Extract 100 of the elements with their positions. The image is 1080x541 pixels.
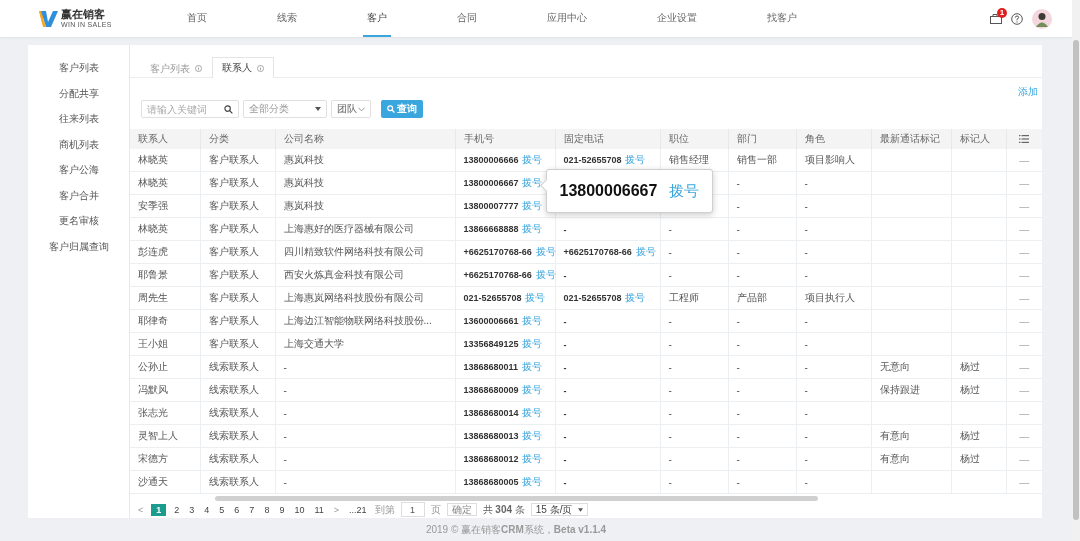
- row-action[interactable]: —: [1019, 200, 1030, 212]
- row-action[interactable]: —: [1019, 269, 1030, 281]
- dial-link[interactable]: 拨号: [522, 200, 543, 211]
- footer-text: 2019 © 赢在销客CRM系统，Beta v1.1.4: [425, 522, 607, 537]
- phone-number: 021-52655708: [563, 155, 622, 165]
- page-button[interactable]: 1: [151, 503, 167, 516]
- dial-link[interactable]: 拨号: [521, 361, 542, 372]
- table-cell: 上海边江智能物联网络科技股份...: [283, 315, 432, 326]
- page-input[interactable]: 1: [400, 502, 425, 517]
- add-link[interactable]: 添加: [1018, 85, 1038, 99]
- phone-number: 13600006661: [463, 316, 519, 326]
- table-cell: -: [736, 384, 740, 396]
- table-cell: 惠岚科技: [283, 200, 324, 211]
- nav-tab[interactable]: 合同: [453, 0, 481, 37]
- table-cell: 项目执行人: [804, 292, 855, 303]
- column-header: 联系人: [130, 129, 200, 149]
- dial-link[interactable]: 拨号: [525, 292, 546, 303]
- table-cell: 张志光: [138, 407, 168, 418]
- page-button[interactable]: 10: [292, 504, 307, 515]
- page-button[interactable]: 2: [172, 504, 182, 515]
- search-field[interactable]: 请输入关键词: [141, 100, 239, 118]
- column-settings-icon[interactable]: [1019, 134, 1030, 143]
- team-select[interactable]: 团队: [331, 100, 371, 118]
- nav-tab[interactable]: 线索: [273, 0, 301, 37]
- dial-link[interactable]: 拨号: [522, 154, 543, 165]
- dial-link[interactable]: 拨号: [635, 246, 656, 257]
- page-button[interactable]: 5: [217, 504, 227, 515]
- page-size-select[interactable]: 15 条/页: [530, 503, 589, 516]
- table-cell: -: [736, 453, 740, 465]
- page-button[interactable]: ...21: [347, 504, 369, 515]
- row-action[interactable]: —: [1019, 407, 1030, 419]
- dial-link[interactable]: 拨号: [522, 476, 543, 487]
- sidebar-item[interactable]: 客户合并: [58, 188, 99, 202]
- phone-number: 13866668888: [463, 224, 519, 234]
- row-action[interactable]: —: [1019, 154, 1030, 166]
- dial-link[interactable]: 拨号: [535, 269, 556, 280]
- row-action[interactable]: —: [1019, 292, 1030, 304]
- category-select[interactable]: 全部分类: [243, 100, 327, 118]
- dial-link[interactable]: 拨号: [625, 154, 646, 165]
- tab[interactable]: 联系人: [212, 57, 274, 78]
- page-button[interactable]: 6: [232, 504, 242, 515]
- nav-tab[interactable]: 找客户: [763, 0, 801, 37]
- sidebar-item[interactable]: 分配共享: [58, 86, 99, 100]
- dial-link[interactable]: 拨号: [522, 430, 543, 441]
- prev-page-button[interactable]: <: [136, 504, 146, 515]
- nav-tab[interactable]: 企业设置: [653, 0, 701, 37]
- dial-link[interactable]: 拨号: [522, 223, 543, 234]
- row-action[interactable]: —: [1019, 315, 1030, 327]
- dial-link[interactable]: 拨号: [522, 384, 543, 395]
- dial-link[interactable]: 拨号: [669, 181, 700, 201]
- row-action[interactable]: —: [1019, 453, 1030, 465]
- confirm-button[interactable]: 确定: [446, 503, 477, 516]
- table-cell: -: [804, 430, 808, 442]
- dial-link[interactable]: 拨号: [522, 338, 543, 349]
- tab[interactable]: 客户列表: [140, 58, 212, 78]
- column-header: 部门: [728, 129, 796, 149]
- row-action[interactable]: —: [1019, 430, 1030, 442]
- sidebar-item[interactable]: 更名审核: [58, 214, 99, 228]
- page-button[interactable]: 7: [247, 504, 257, 515]
- sidebar-item[interactable]: 客户公海: [58, 163, 99, 177]
- row-action[interactable]: —: [1019, 476, 1030, 488]
- nav-tab[interactable]: 首页: [183, 0, 211, 37]
- dial-link[interactable]: 拨号: [522, 453, 543, 464]
- phone-number: +6625170768-66: [463, 270, 532, 280]
- table-cell: 保持跟进: [879, 384, 920, 395]
- help-icon[interactable]: [1011, 12, 1023, 25]
- table-cell: -: [283, 361, 287, 373]
- nav-tab[interactable]: 应用中心: [543, 0, 591, 37]
- row-action[interactable]: —: [1019, 177, 1030, 189]
- sidebar-item[interactable]: 客户归属查询: [48, 239, 109, 253]
- dial-link[interactable]: 拨号: [522, 315, 543, 326]
- dial-link[interactable]: 拨号: [535, 246, 556, 257]
- table-cell: 线索联系人: [208, 407, 259, 418]
- table-cell: -: [804, 223, 808, 235]
- table-cell: -: [804, 315, 808, 327]
- user-avatar[interactable]: [1032, 8, 1052, 29]
- table-cell: 线索联系人: [208, 384, 259, 395]
- dial-link[interactable]: 拨号: [522, 407, 543, 418]
- sidebar-item[interactable]: 往来列表: [58, 112, 99, 126]
- row-action[interactable]: —: [1019, 246, 1030, 258]
- page-button[interactable]: 3: [187, 504, 197, 515]
- page-button[interactable]: 9: [277, 504, 287, 515]
- dial-link[interactable]: 拨号: [625, 292, 646, 303]
- page-button[interactable]: 4: [202, 504, 212, 515]
- row-action[interactable]: —: [1019, 338, 1030, 350]
- table-cell: 无意向: [879, 361, 910, 372]
- row-action[interactable]: —: [1019, 223, 1030, 235]
- table-cell: 工程师: [668, 292, 699, 303]
- next-page-button[interactable]: >: [331, 504, 342, 515]
- sidebar-item[interactable]: 商机列表: [58, 137, 99, 151]
- row-action[interactable]: —: [1019, 384, 1030, 396]
- query-button[interactable]: 查询: [381, 100, 423, 118]
- sidebar-item[interactable]: 客户列表: [58, 61, 99, 75]
- row-action[interactable]: —: [1019, 361, 1030, 373]
- table-cell: -: [668, 430, 672, 442]
- dial-link[interactable]: 拨号: [522, 177, 543, 188]
- nav-tab[interactable]: 客户: [363, 0, 391, 37]
- table-cell: 杨过: [959, 430, 980, 441]
- page-button[interactable]: 11: [312, 504, 326, 515]
- page-button[interactable]: 8: [262, 504, 272, 515]
